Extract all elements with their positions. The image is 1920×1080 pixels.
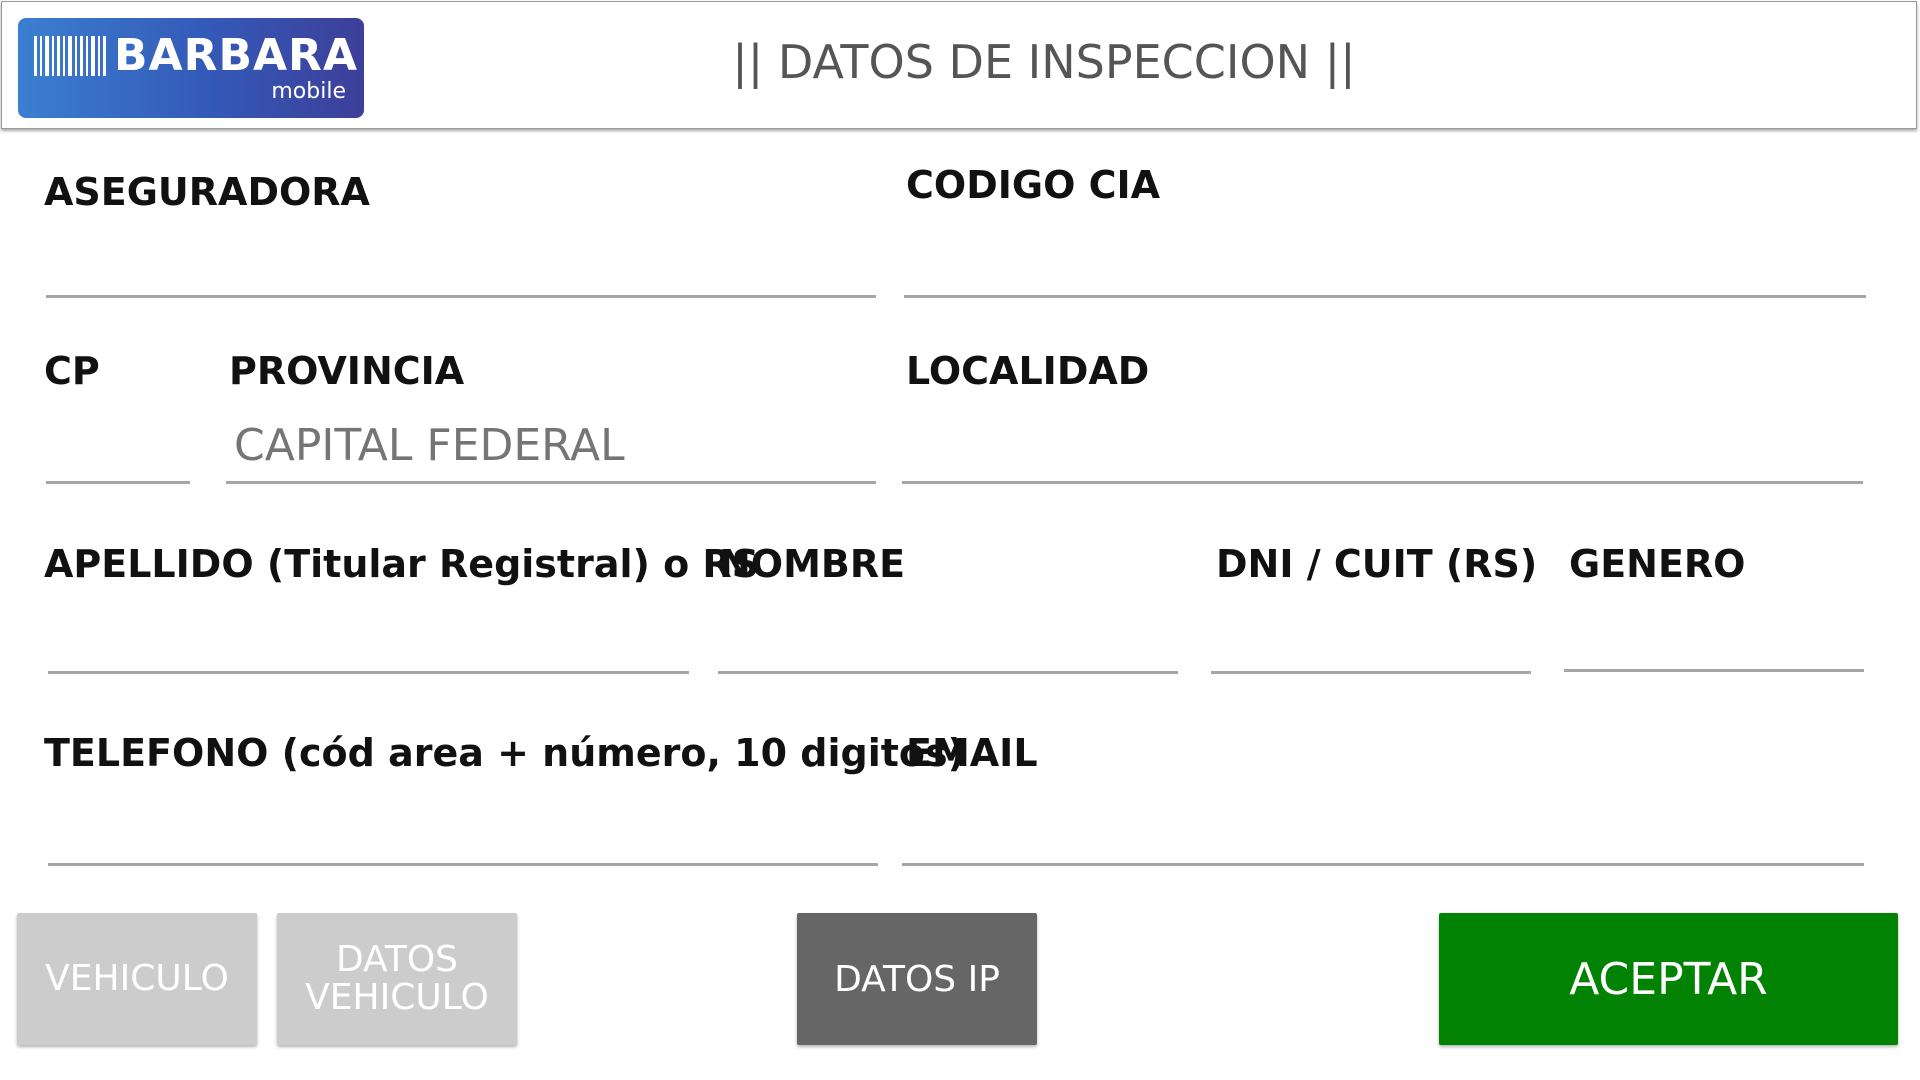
nombre-label: NOMBRE [719,542,906,586]
genero-field[interactable] [1564,602,1864,672]
apellido-field[interactable] [48,604,689,674]
codigo-cia-field[interactable] [904,228,1866,298]
cp-label: CP [44,349,100,393]
apellido-label: APELLIDO (Titular Registral) o RS [44,542,760,586]
provincia-value: CAPITAL FEDERAL [234,420,625,471]
datos-vehiculo-label-line1: DATOS [335,939,459,980]
nombre-field[interactable] [718,604,1178,674]
vehiculo-button-label: VEHICULO [45,958,229,999]
datos-ip-button[interactable]: DATOS IP [797,913,1037,1045]
app-header: BARBARA mobile || DATOS DE INSPECCION || [1,1,1917,129]
datos-vehiculo-button[interactable]: DATOS VEHICULO [277,913,517,1045]
page-title: || DATOS DE INSPECCION || [732,35,1356,89]
vehiculo-button[interactable]: VEHICULO [17,913,257,1045]
provincia-label: PROVINCIA [229,349,465,393]
email-field[interactable] [902,796,1864,866]
cp-field[interactable] [46,414,190,484]
aceptar-button[interactable]: ACEPTAR [1439,913,1898,1045]
provincia-field[interactable]: CAPITAL FEDERAL [226,414,876,484]
dni-cuit-label: DNI / CUIT (RS) [1216,542,1538,586]
aseguradora-label: ASEGURADORA [44,170,370,214]
localidad-field[interactable] [902,414,1863,484]
telefono-field[interactable] [48,796,878,866]
aseguradora-field[interactable] [46,228,876,298]
telefono-label: TELEFONO (cód area + número, 10 digitos) [44,731,965,775]
genero-label: GENERO [1569,542,1746,586]
dni-cuit-field[interactable] [1211,604,1531,674]
datos-ip-button-label: DATOS IP [834,958,1000,1000]
codigo-cia-label: CODIGO CIA [906,163,1161,207]
email-label: EMAIL [906,731,1038,775]
aceptar-button-label: ACEPTAR [1569,953,1768,1005]
localidad-label: LOCALIDAD [906,349,1150,393]
datos-vehiculo-label-line2: VEHICULO [305,977,489,1018]
